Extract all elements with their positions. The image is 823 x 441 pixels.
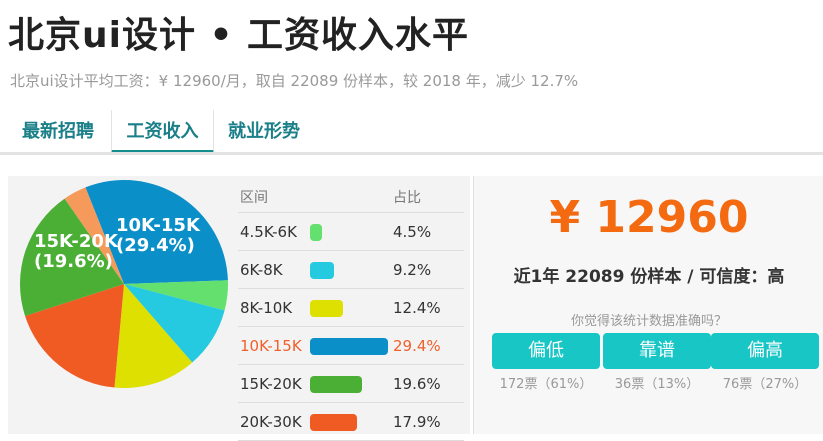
table-row: 15K-20K 19.6% <box>238 365 464 403</box>
table-row: 6K-8K 9.2% <box>238 251 464 289</box>
range-bar <box>310 338 388 355</box>
table-row: 20K-30K 17.9% <box>238 403 464 441</box>
range-label: 6K-8K <box>240 261 283 279</box>
vote-too-high-button[interactable]: 偏高 <box>711 333 819 369</box>
salary-summary-card: ¥ 12960 近1年 22089 份样本 / 可信度：高 你觉得该统计数据准确… <box>473 176 823 434</box>
column-header-share: 占比 <box>393 190 421 206</box>
range-bar <box>310 224 322 241</box>
range-percent: 9.2% <box>393 261 432 279</box>
range-percent: 17.9% <box>393 413 441 431</box>
accuracy-question: 你觉得该统计数据准确吗？ <box>570 314 727 329</box>
tab-latest-jobs[interactable]: 最新招聘 <box>12 110 104 153</box>
table-row: 8K-10K 12.4% <box>238 289 464 327</box>
average-salary: ¥ 12960 <box>549 192 749 243</box>
range-label: 20K-30K <box>240 413 302 431</box>
table-row: 10K-15K 29.4% <box>238 327 464 365</box>
pie-label-10k-15k: 10K-15K (29.4%) <box>116 215 200 256</box>
vote-too-low-count: 172票（61%） <box>499 377 593 392</box>
range-percent: 19.6% <box>393 375 441 393</box>
range-bar <box>310 300 343 317</box>
table-header: 区间 占比 <box>238 184 464 213</box>
vote-accurate-button[interactable]: 靠谱 <box>603 333 711 369</box>
range-bar <box>310 262 334 279</box>
range-label: 15K-20K <box>240 375 302 393</box>
page-title: 北京ui设计 • 工资收入水平 <box>8 15 470 56</box>
range-bar <box>310 376 362 393</box>
tab-salary-income[interactable]: 工资收入 <box>111 110 214 154</box>
vote-too-high-count: 76票（27%） <box>722 377 808 392</box>
range-label: 8K-10K <box>240 299 293 317</box>
vote-too-low-button[interactable]: 偏低 <box>492 333 600 369</box>
tab-divider <box>0 152 823 155</box>
range-label: 4.5K-6K <box>240 223 297 241</box>
range-percent: 12.4% <box>393 299 441 317</box>
page-subtitle: 北京ui设计平均工资：¥ 12960/月，取自 22089 份样本，较 2018… <box>10 72 579 90</box>
range-percent: 29.4% <box>393 337 441 355</box>
vote-accurate-count: 36票（13%） <box>614 377 700 392</box>
range-percent: 4.5% <box>393 223 432 241</box>
pie-label-15k-20k: 15K-20K (19.6%) <box>34 231 118 272</box>
tab-bar: 最新招聘 工资收入 就业形势 <box>0 110 823 155</box>
table-row: 4.5K-6K 4.5% <box>238 213 464 251</box>
tab-employment-trend[interactable]: 就业形势 <box>214 110 314 153</box>
salary-distribution-card: 10K-15K (29.4%) 15K-20K (19.6%) 区间 占比 4.… <box>8 176 470 441</box>
salary-range-table: 区间 占比 4.5K-6K 4.5% 6K-8K 9.2% 8K-10K 12.4% 10K… <box>238 184 464 441</box>
range-bar <box>310 414 357 431</box>
sample-confidence: 近1年 22089 份样本 / 可信度：高 <box>513 267 785 287</box>
range-label: 10K-15K <box>240 337 302 355</box>
column-header-range: 区间 <box>240 190 268 206</box>
